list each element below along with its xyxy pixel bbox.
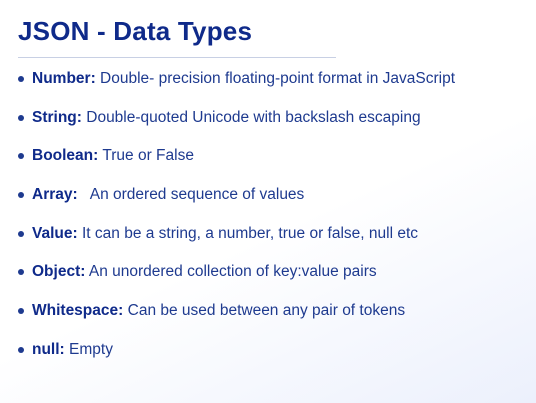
bullet-term: Array: — [32, 186, 78, 204]
bullet-item-value: Value: It can be a string, a number, tru… — [18, 221, 455, 260]
bullet-dot-icon — [18, 308, 24, 315]
bullet-term: Object: — [32, 263, 86, 281]
title-underline — [18, 57, 336, 58]
bullet-dot-icon — [18, 76, 24, 82]
bullet-dot-icon — [18, 114, 24, 121]
bullet-dot-icon — [18, 153, 24, 160]
bullet-dot-icon — [18, 230, 24, 237]
bullet-dot-icon — [18, 346, 24, 353]
bullet-term: Number: — [32, 70, 96, 87]
bullet-description: True or False — [102, 147, 194, 165]
bullet-description: Can be used between any pair of tokens — [127, 302, 406, 320]
bullet-item-string: String: Double-quoted Unicode with backs… — [18, 105, 455, 144]
slide: JSON - Data Types Number: Double- precis… — [0, 0, 536, 403]
bullet-term: Whitespace: — [32, 302, 124, 320]
bullet-description: An ordered sequence of values — [81, 186, 305, 204]
bullet-term: String: — [32, 108, 82, 126]
bullet-term: Boolean: — [32, 147, 99, 165]
bullet-description: It can be a string, a number, true or fa… — [81, 224, 418, 242]
bullet-item-array: Array: An ordered sequence of values — [18, 182, 455, 221]
bullet-dot-icon — [18, 192, 24, 199]
bullet-item-boolean: Boolean: True or False — [18, 143, 455, 182]
bullet-description: Empty — [69, 340, 113, 358]
bullet-list: Number: Double- precision floating-point… — [18, 66, 455, 376]
bullet-item-null: null: Empty — [18, 337, 455, 376]
bullet-item-whitespace: Whitespace: Can be used between any pair… — [18, 298, 455, 337]
bullet-item-object: Object: An unordered collection of key:v… — [18, 259, 455, 298]
bullet-term: null: — [32, 340, 65, 358]
bullet-description: An unordered collection of key:value pai… — [88, 263, 377, 281]
bullet-item-number: Number: Double- precision floating-point… — [18, 66, 455, 105]
bullet-term: Value: — [32, 224, 78, 242]
bullet-description: Double-quoted Unicode with backslash esc… — [86, 108, 421, 126]
bullet-description: Double- precision floating-point format … — [100, 70, 455, 87]
bullet-dot-icon — [18, 269, 24, 276]
slide-title: JSON - Data Types — [18, 16, 253, 46]
